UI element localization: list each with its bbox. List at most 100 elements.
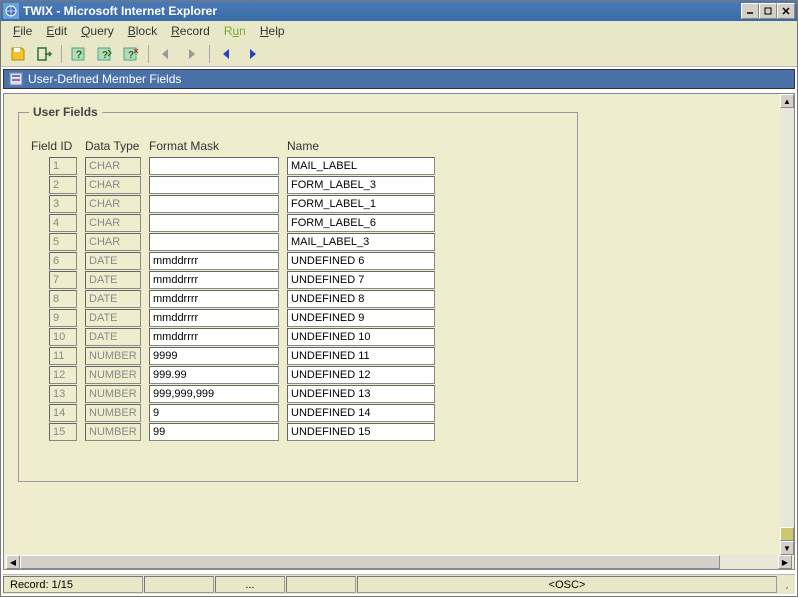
name-input[interactable]: UNDEFINED 8 bbox=[287, 290, 435, 308]
format-mask-input[interactable] bbox=[149, 233, 279, 251]
field-id-cell: 12 bbox=[49, 366, 77, 384]
scroll-track[interactable] bbox=[20, 555, 778, 569]
header-format-mask: Format Mask bbox=[149, 139, 279, 153]
name-input[interactable]: UNDEFINED 15 bbox=[287, 423, 435, 441]
name-input[interactable]: UNDEFINED 7 bbox=[287, 271, 435, 289]
format-mask-input[interactable]: mmddrrrr bbox=[149, 290, 279, 308]
format-mask-input[interactable] bbox=[149, 195, 279, 213]
field-id-cell: 10 bbox=[49, 328, 77, 346]
status-cell-3 bbox=[286, 576, 356, 593]
name-input[interactable]: UNDEFINED 13 bbox=[287, 385, 435, 403]
toolbar-separator bbox=[209, 45, 210, 63]
data-type-cell: DATE bbox=[85, 290, 141, 308]
vertical-scrollbar[interactable]: ▲ ▼ bbox=[780, 94, 794, 555]
grid-row: 5CHARMAIL_LABEL_3 bbox=[31, 233, 565, 251]
name-input[interactable]: FORM_LABEL_6 bbox=[287, 214, 435, 232]
data-type-cell: CHAR bbox=[85, 195, 141, 213]
prev-block-icon[interactable] bbox=[155, 43, 177, 65]
next-record-icon[interactable] bbox=[242, 43, 264, 65]
format-mask-input[interactable]: 999.99 bbox=[149, 366, 279, 384]
field-id-cell: 14 bbox=[49, 404, 77, 422]
format-mask-input[interactable]: 99 bbox=[149, 423, 279, 441]
scroll-thumb[interactable] bbox=[780, 527, 794, 541]
field-id-cell: 6 bbox=[49, 252, 77, 270]
menu-record[interactable]: Record bbox=[165, 22, 216, 40]
grid-row: 15NUMBER99UNDEFINED 15 bbox=[31, 423, 565, 441]
toolbar-separator bbox=[148, 45, 149, 63]
grid-header: Field ID Data Type Format Mask Name bbox=[31, 139, 565, 153]
field-id-cell: 2 bbox=[49, 176, 77, 194]
field-id-cell: 11 bbox=[49, 347, 77, 365]
name-input[interactable]: FORM_LABEL_1 bbox=[287, 195, 435, 213]
data-type-cell: NUMBER bbox=[85, 366, 141, 384]
format-mask-input[interactable] bbox=[149, 176, 279, 194]
data-type-cell: CHAR bbox=[85, 157, 141, 175]
data-type-cell: NUMBER bbox=[85, 423, 141, 441]
menubar: File Edit Query Block Record Run Help bbox=[1, 21, 797, 41]
close-button[interactable] bbox=[777, 3, 795, 19]
titlebar: TWIX - Microsoft Internet Explorer bbox=[1, 1, 797, 21]
format-mask-input[interactable]: 9999 bbox=[149, 347, 279, 365]
menu-file[interactable]: File bbox=[7, 22, 38, 40]
resize-grip[interactable] bbox=[778, 576, 794, 593]
scroll-up-arrow[interactable]: ▲ bbox=[780, 94, 794, 108]
field-id-cell: 7 bbox=[49, 271, 77, 289]
data-type-cell: DATE bbox=[85, 328, 141, 346]
format-mask-input[interactable]: mmddrrrr bbox=[149, 309, 279, 327]
status-record: Record: 1/15 bbox=[3, 576, 143, 593]
data-type-cell: NUMBER bbox=[85, 385, 141, 403]
query-execute-icon[interactable]: ? bbox=[94, 43, 116, 65]
name-input[interactable]: MAIL_LABEL bbox=[287, 157, 435, 175]
horizontal-scrollbar[interactable]: ◀ ▶ bbox=[6, 555, 792, 569]
maximize-button[interactable] bbox=[759, 3, 777, 19]
group-legend: User Fields bbox=[29, 105, 102, 119]
name-input[interactable]: UNDEFINED 14 bbox=[287, 404, 435, 422]
format-mask-input[interactable] bbox=[149, 214, 279, 232]
prev-record-icon[interactable] bbox=[216, 43, 238, 65]
menu-block[interactable]: Block bbox=[122, 22, 163, 40]
query-cancel-icon[interactable]: ? bbox=[120, 43, 142, 65]
toolbar: ? ? ? bbox=[1, 41, 797, 67]
format-mask-input[interactable]: 9 bbox=[149, 404, 279, 422]
app-window: TWIX - Microsoft Internet Explorer File … bbox=[0, 0, 798, 597]
field-id-cell: 3 bbox=[49, 195, 77, 213]
field-id-cell: 1 bbox=[49, 157, 77, 175]
format-mask-input[interactable]: mmddrrrr bbox=[149, 252, 279, 270]
minimize-button[interactable] bbox=[741, 3, 759, 19]
data-type-cell: CHAR bbox=[85, 214, 141, 232]
menu-query[interactable]: Query bbox=[75, 22, 120, 40]
statusbar: Record: 1/15 ... <OSC> bbox=[3, 574, 795, 594]
next-block-icon[interactable] bbox=[181, 43, 203, 65]
field-id-cell: 5 bbox=[49, 233, 77, 251]
name-input[interactable]: UNDEFINED 10 bbox=[287, 328, 435, 346]
scroll-track[interactable] bbox=[780, 108, 794, 541]
name-input[interactable]: UNDEFINED 12 bbox=[287, 366, 435, 384]
name-input[interactable]: MAIL_LABEL_3 bbox=[287, 233, 435, 251]
format-mask-input[interactable]: mmddrrrr bbox=[149, 271, 279, 289]
format-mask-input[interactable] bbox=[149, 157, 279, 175]
field-id-cell: 4 bbox=[49, 214, 77, 232]
name-input[interactable]: UNDEFINED 11 bbox=[287, 347, 435, 365]
menu-run[interactable]: Run bbox=[218, 22, 252, 40]
menu-edit[interactable]: Edit bbox=[40, 22, 73, 40]
svg-text:?: ? bbox=[128, 50, 134, 61]
field-id-cell: 13 bbox=[49, 385, 77, 403]
format-mask-input[interactable]: mmddrrrr bbox=[149, 328, 279, 346]
grid-row: 6DATEmmddrrrrUNDEFINED 6 bbox=[31, 252, 565, 270]
form-icon bbox=[8, 71, 24, 87]
data-type-cell: NUMBER bbox=[85, 347, 141, 365]
query-enter-icon[interactable]: ? bbox=[68, 43, 90, 65]
menu-help[interactable]: Help bbox=[254, 22, 291, 40]
name-input[interactable]: FORM_LABEL_3 bbox=[287, 176, 435, 194]
save-icon[interactable] bbox=[7, 43, 29, 65]
scroll-down-arrow[interactable]: ▼ bbox=[780, 541, 794, 555]
scroll-thumb[interactable] bbox=[20, 555, 720, 569]
field-id-cell: 8 bbox=[49, 290, 77, 308]
scroll-right-arrow[interactable]: ▶ bbox=[778, 555, 792, 569]
name-input[interactable]: UNDEFINED 6 bbox=[287, 252, 435, 270]
scroll-left-arrow[interactable]: ◀ bbox=[6, 555, 20, 569]
toolbar-separator bbox=[61, 45, 62, 63]
format-mask-input[interactable]: 999,999,999 bbox=[149, 385, 279, 403]
exit-icon[interactable] bbox=[33, 43, 55, 65]
name-input[interactable]: UNDEFINED 9 bbox=[287, 309, 435, 327]
